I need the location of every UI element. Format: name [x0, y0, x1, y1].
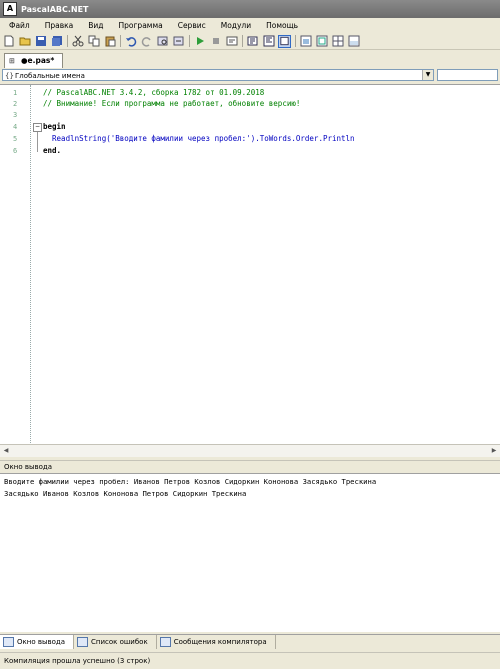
- line-number: 4: [13, 123, 18, 131]
- line-number: 5: [13, 135, 18, 143]
- title-bar: A PascalABC.NET: [0, 0, 500, 18]
- namespace-select[interactable]: {} Глобальные имена ▼: [2, 69, 434, 81]
- tab-label: ●e.pas*: [21, 56, 55, 65]
- window-title: PascalABC.NET: [21, 4, 89, 14]
- output-icon: [3, 637, 14, 647]
- line-number: 2: [13, 100, 18, 108]
- document-tabs: ⊞ ●e.pas*: [0, 52, 500, 68]
- line-number-gutter: 1 2 3 4 5 6: [0, 85, 31, 445]
- fold-toggle-icon[interactable]: −: [33, 123, 42, 132]
- help-icon[interactable]: [315, 35, 328, 48]
- namespace-value: Глобальные имена: [15, 72, 85, 80]
- fold-guide: [37, 132, 38, 152]
- paste-icon[interactable]: [103, 35, 116, 48]
- namespace-icon: {}: [5, 72, 14, 80]
- chevron-down-icon[interactable]: ▼: [422, 70, 433, 80]
- toolbar-separator: [67, 35, 68, 47]
- new-file-icon[interactable]: [2, 35, 15, 48]
- line-number: 3: [13, 111, 18, 119]
- replace-icon[interactable]: [172, 35, 185, 48]
- windows-icon[interactable]: [299, 35, 312, 48]
- tab-label: Сообщения компилятора: [173, 638, 267, 646]
- menu-edit[interactable]: Правка: [39, 21, 80, 30]
- cut-icon[interactable]: [71, 35, 84, 48]
- line-number: 6: [13, 147, 18, 155]
- code-line-2: // Внимание! Если программа не работает,…: [43, 99, 301, 108]
- toolbar: [0, 33, 500, 50]
- toolbar-separator: [189, 35, 190, 47]
- toolbar-separator: [295, 35, 296, 47]
- tab-e-pas[interactable]: ⊞ ●e.pas*: [4, 53, 64, 68]
- toggle-icon[interactable]: [278, 34, 291, 48]
- save-all-icon[interactable]: [50, 35, 63, 48]
- member-select[interactable]: [437, 69, 498, 81]
- code-line-6: end.: [43, 146, 62, 155]
- debug-icon[interactable]: [246, 35, 259, 48]
- copy-icon[interactable]: [87, 35, 100, 48]
- save-icon[interactable]: [34, 35, 47, 48]
- menu-program[interactable]: Программа: [113, 21, 169, 30]
- tab-output-window[interactable]: Окно вывода: [0, 635, 75, 649]
- toolbar-separator: [120, 35, 121, 47]
- scroll-left-icon[interactable]: ◀: [1, 446, 11, 456]
- menu-view[interactable]: Вид: [82, 21, 109, 30]
- tab-label: Список ошибок: [91, 638, 148, 646]
- status-bar: Компиляция прошла успешно (3 строк): [0, 652, 500, 668]
- tab-label: Окно вывода: [17, 638, 66, 646]
- error-list-icon: [77, 637, 89, 647]
- tab-compiler-messages[interactable]: Сообщения компилятора: [157, 635, 276, 649]
- menu-bar: Файл Правка Вид Программа Сервис Модули …: [0, 18, 500, 32]
- output-line: Засядько Иванов Козлов Кононова Петров С…: [4, 489, 247, 498]
- menu-help[interactable]: Помощь: [260, 21, 304, 30]
- panels-icon[interactable]: [347, 35, 360, 48]
- undo-icon[interactable]: [124, 35, 137, 48]
- open-folder-icon[interactable]: [18, 35, 31, 48]
- step-icon[interactable]: [225, 35, 238, 48]
- code-line-1: // PascalABC.NET 3.4.2, сборка 1782 от 0…: [43, 88, 265, 97]
- format-icon[interactable]: [262, 35, 275, 48]
- code-line-5: ReadlnString('Вводите фамилии через проб…: [43, 134, 355, 143]
- stop-icon[interactable]: [209, 35, 222, 48]
- output-window[interactable]: Вводите фамилии через пробел: Иванов Пет…: [0, 473, 500, 632]
- navigation-bar: {} Глобальные имена ▼: [0, 68, 500, 83]
- code-editor[interactable]: 1 2 3 4 5 6 − // PascalABC.NET 3.4.2, сб…: [0, 84, 500, 445]
- scroll-right-icon[interactable]: ▶: [489, 446, 499, 456]
- line-number: 1: [13, 89, 18, 97]
- toolbar-separator: [242, 35, 243, 47]
- layout-icon[interactable]: [331, 35, 344, 48]
- compiler-messages-icon: [159, 637, 171, 647]
- tab-error-list[interactable]: Список ошибок: [74, 635, 157, 649]
- code-line-4: begin: [43, 122, 66, 131]
- redo-icon[interactable]: [140, 35, 153, 48]
- menu-file[interactable]: Файл: [3, 21, 36, 30]
- menu-modules[interactable]: Модули: [215, 21, 257, 30]
- run-icon[interactable]: [193, 35, 206, 48]
- menu-service[interactable]: Сервис: [172, 21, 212, 30]
- bottom-tabs: Окно вывода Список ошибок Сообщения комп…: [0, 634, 500, 650]
- output-panel-header: Окно вывода: [0, 460, 500, 472]
- editor-horizontal-scrollbar[interactable]: ◀ ▶: [0, 444, 500, 457]
- app-logo-icon: A: [3, 2, 17, 16]
- find-icon[interactable]: [156, 35, 169, 48]
- output-line: Вводите фамилии через пробел: Иванов Пет…: [4, 477, 377, 486]
- pin-icon[interactable]: ⊞: [9, 55, 15, 68]
